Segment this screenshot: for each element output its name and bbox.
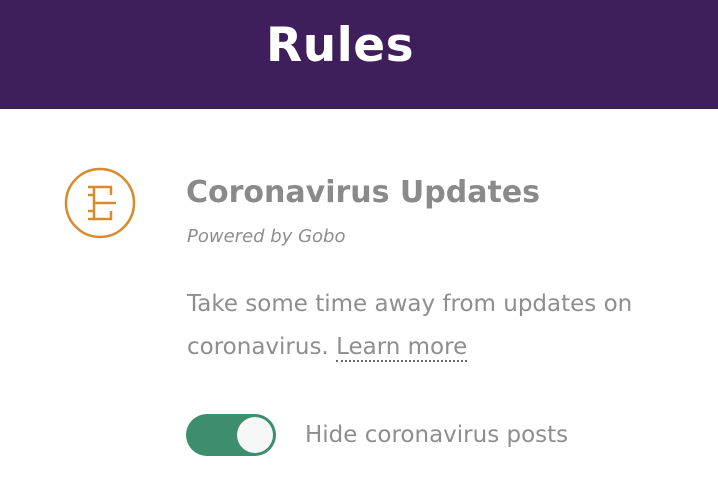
learn-more-link[interactable]: Learn more	[336, 334, 468, 362]
toggle-label: Hide coronavirus posts	[305, 422, 569, 448]
rule-description: Take some time away from updates on coro…	[187, 283, 657, 369]
rule-subtitle: Powered by Gobo	[187, 226, 346, 247]
rules-page: Rules Coronavirus Updates Powered by Gob…	[0, 0, 718, 500]
rule-title: Coronavirus Updates	[186, 175, 541, 210]
gobo-rule-icon	[64, 167, 136, 239]
hide-coronavirus-toggle[interactable]	[186, 414, 276, 456]
page-header: Rules	[0, 0, 718, 109]
toggle-knob	[237, 417, 273, 453]
page-title: Rules	[266, 18, 415, 73]
